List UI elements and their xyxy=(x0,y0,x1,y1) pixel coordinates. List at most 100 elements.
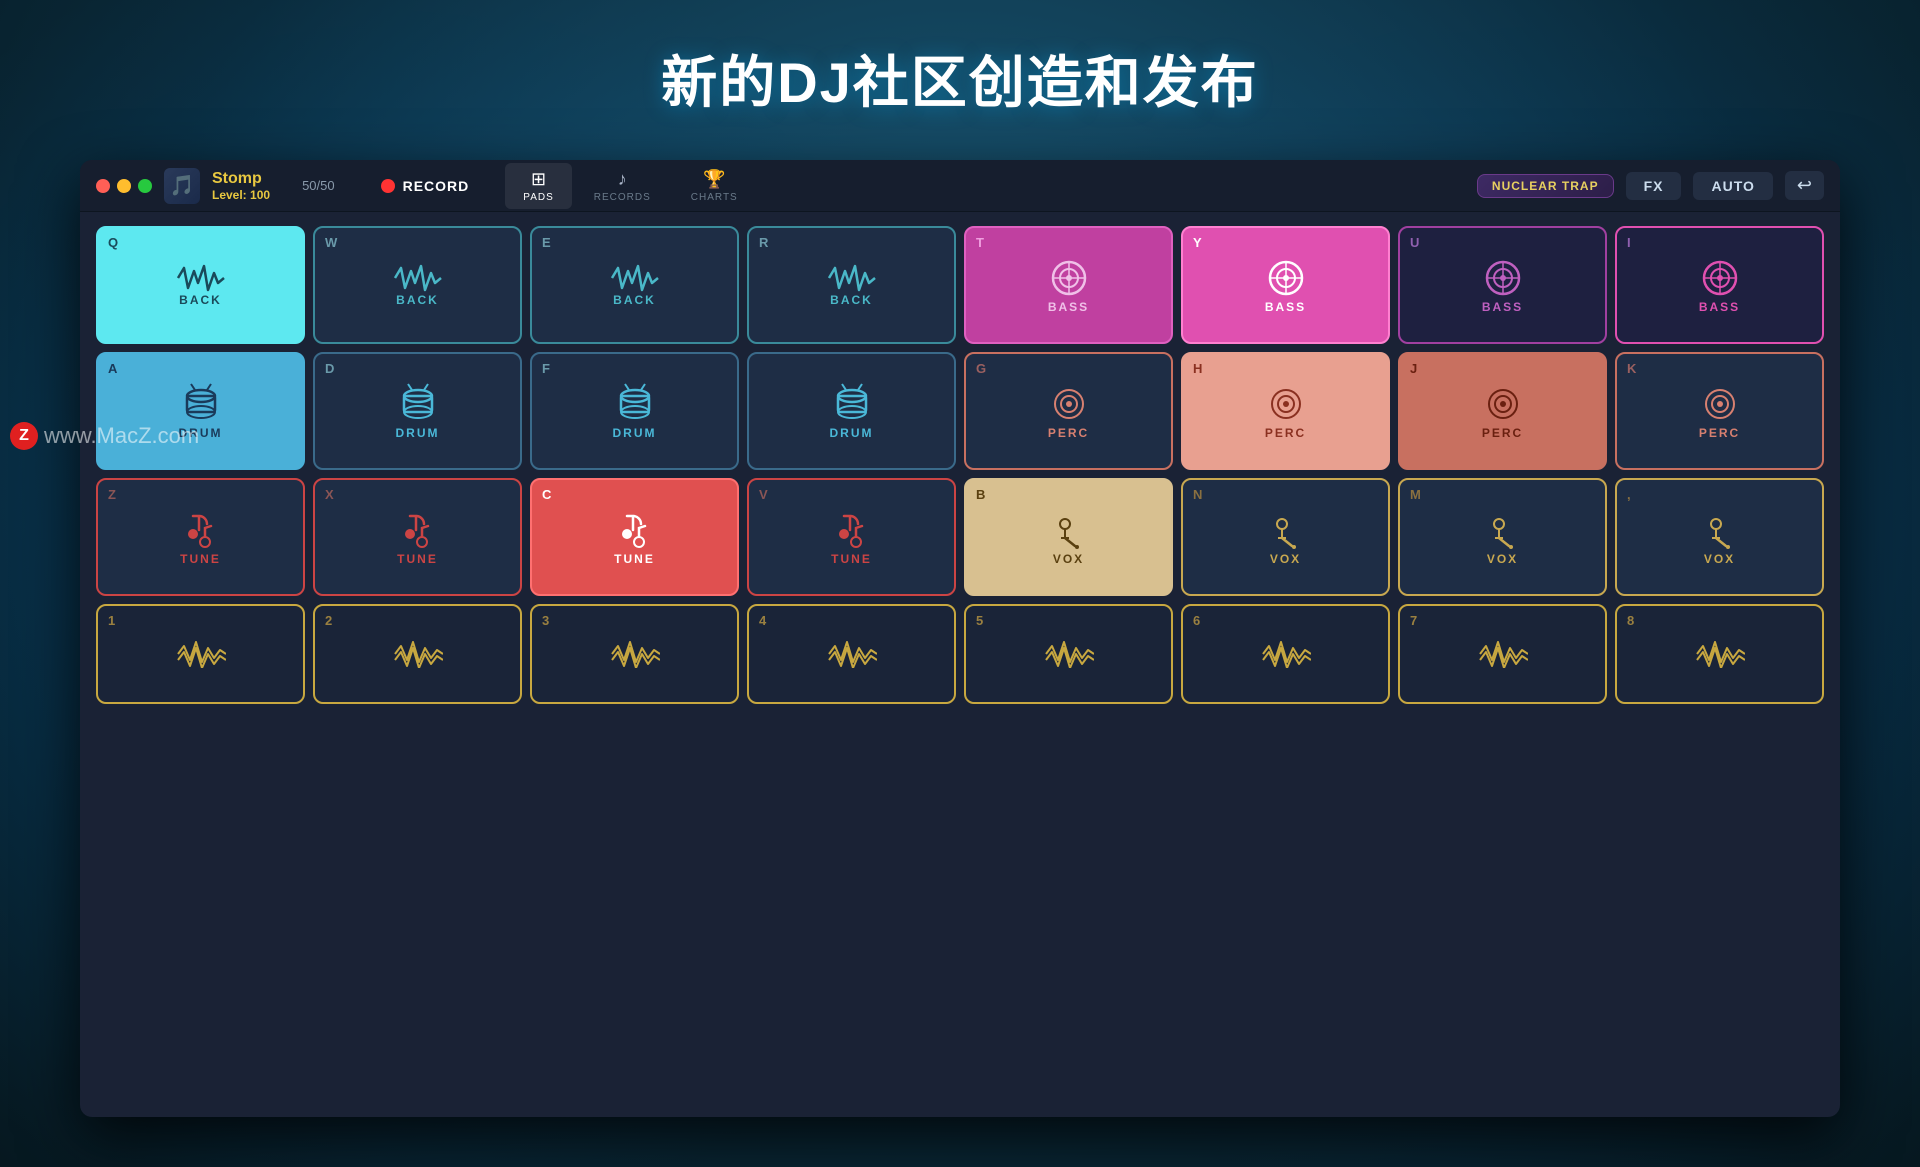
pad-7-fx[interactable]: 7 xyxy=(1398,604,1607,704)
fx-button[interactable]: FX xyxy=(1626,172,1682,200)
record-label: RECORD xyxy=(403,178,470,194)
bass-icon xyxy=(1047,256,1091,300)
titlebar: 🎵 Stomp Level: 100 50/50 RECORD ⊞ PADS ♪… xyxy=(80,160,1840,212)
fx-icon xyxy=(1695,640,1745,668)
nav-tabs: ⊞ PADS ♪ RECORDS 🏆 CHARTS xyxy=(505,163,755,209)
pad-G-perc[interactable]: G PERC xyxy=(964,352,1173,470)
perc-icon xyxy=(1698,382,1742,426)
pad-H-perc[interactable]: H PERC xyxy=(1181,352,1390,470)
pads-icon: ⊞ xyxy=(531,169,546,190)
vox-icon xyxy=(1698,508,1742,552)
tab-charts[interactable]: 🏆 CHARTS xyxy=(673,163,756,209)
pad-U-bass[interactable]: U BASS xyxy=(1398,226,1607,344)
pad-Z-tune[interactable]: Z TUNE xyxy=(96,478,305,596)
pad-W-back[interactable]: W BACK xyxy=(313,226,522,344)
record-dot-icon xyxy=(381,179,395,193)
perc-icon xyxy=(1481,382,1525,426)
maximize-button[interactable] xyxy=(138,179,152,193)
app-icon: 🎵 xyxy=(164,168,200,204)
tune-icon xyxy=(396,508,440,552)
pads-area: Q BACK W BACK E BACK xyxy=(80,212,1840,718)
level-value: 100 xyxy=(250,188,270,202)
pad-J-perc[interactable]: J PERC xyxy=(1398,352,1607,470)
pads-row-back-bass: Q BACK W BACK E BACK xyxy=(96,226,1824,344)
vox-icon xyxy=(1264,508,1308,552)
pad-E-back[interactable]: E BACK xyxy=(530,226,739,344)
watermark: Z www.MacZ.com xyxy=(0,418,209,454)
waveform-icon xyxy=(393,263,443,293)
fx-icon xyxy=(1044,640,1094,668)
fx-icon xyxy=(610,640,660,668)
pad-X-tune[interactable]: X TUNE xyxy=(313,478,522,596)
fx-icon xyxy=(176,640,226,668)
pad-V-tune[interactable]: V TUNE xyxy=(747,478,956,596)
bass-icon xyxy=(1481,256,1525,300)
pad-dot-drum[interactable]: DRUM xyxy=(747,352,956,470)
perc-icon xyxy=(1264,382,1308,426)
tab-records-label: RECORDS xyxy=(594,192,651,203)
page-title: 新的DJ社区创造和发布 xyxy=(0,38,1920,119)
drum-icon xyxy=(830,382,874,426)
bass-icon xyxy=(1698,256,1742,300)
pad-M-vox[interactable]: M VOX xyxy=(1398,478,1607,596)
pad-I-bass[interactable]: I BASS xyxy=(1615,226,1824,344)
pad-6-fx[interactable]: 6 xyxy=(1181,604,1390,704)
fx-icon xyxy=(1261,640,1311,668)
pad-comma-vox[interactable]: , VOX xyxy=(1615,478,1824,596)
preset-badge[interactable]: NUCLEAR TRAP xyxy=(1477,174,1614,198)
pad-K-perc[interactable]: K PERC xyxy=(1615,352,1824,470)
app-name: Stomp xyxy=(212,170,270,188)
pad-8-fx[interactable]: 8 xyxy=(1615,604,1824,704)
traffic-lights xyxy=(96,179,152,193)
waveform-icon xyxy=(610,263,660,293)
watermark-text: www.MacZ.com xyxy=(44,423,199,449)
tune-icon xyxy=(830,508,874,552)
pad-5-fx[interactable]: 5 xyxy=(964,604,1173,704)
tab-records[interactable]: ♪ RECORDS xyxy=(576,163,669,209)
perc-icon xyxy=(1047,382,1091,426)
waveform-icon xyxy=(827,263,877,293)
pad-B-vox[interactable]: B VOX xyxy=(964,478,1173,596)
close-button[interactable] xyxy=(96,179,110,193)
minimize-button[interactable] xyxy=(117,179,131,193)
pad-F-drum[interactable]: F DRUM xyxy=(530,352,739,470)
bass-icon xyxy=(1264,256,1308,300)
pad-T-bass[interactable]: T BASS xyxy=(964,226,1173,344)
records-icon: ♪ xyxy=(618,169,627,190)
vox-icon xyxy=(1481,508,1525,552)
record-button[interactable]: RECORD xyxy=(367,172,484,200)
level-label: Level: xyxy=(212,188,247,202)
pad-C-tune[interactable]: C TUNE xyxy=(530,478,739,596)
charts-icon: 🏆 xyxy=(703,169,725,190)
vox-icon xyxy=(1047,508,1091,552)
pad-R-back[interactable]: R BACK xyxy=(747,226,956,344)
back-button[interactable]: ↩ xyxy=(1785,171,1824,200)
pad-Y-bass[interactable]: Y BASS xyxy=(1181,226,1390,344)
pads-row-tune-vox: Z TUNE X TUNE xyxy=(96,478,1824,596)
tab-pads-label: PADS xyxy=(523,192,554,203)
auto-button[interactable]: AUTO xyxy=(1693,172,1772,200)
app-window: 🎵 Stomp Level: 100 50/50 RECORD ⊞ PADS ♪… xyxy=(80,160,1840,1117)
pad-Q-back[interactable]: Q BACK xyxy=(96,226,305,344)
fx-icon xyxy=(393,640,443,668)
tab-pads[interactable]: ⊞ PADS xyxy=(505,163,572,209)
pad-N-vox[interactable]: N VOX xyxy=(1181,478,1390,596)
pad-2-fx[interactable]: 2 xyxy=(313,604,522,704)
drum-icon xyxy=(613,382,657,426)
waveform-icon xyxy=(176,263,226,293)
tune-icon xyxy=(179,508,223,552)
pads-row-drum-perc: A DRUM D xyxy=(96,352,1824,470)
pad-D-drum[interactable]: D DRUM xyxy=(313,352,522,470)
pad-1-fx[interactable]: 1 xyxy=(96,604,305,704)
pads-row-fx: 1 2 3 4 xyxy=(96,604,1824,704)
tune-icon xyxy=(613,508,657,552)
pad-3-fx[interactable]: 3 xyxy=(530,604,739,704)
fx-icon xyxy=(1478,640,1528,668)
tab-charts-label: CHARTS xyxy=(691,192,738,203)
pad-4-fx[interactable]: 4 xyxy=(747,604,956,704)
score-badge: 50/50 xyxy=(302,178,335,193)
app-level: Level: 100 xyxy=(212,188,270,202)
drum-icon xyxy=(396,382,440,426)
fx-icon xyxy=(827,640,877,668)
app-name-block: Stomp Level: 100 xyxy=(212,170,270,202)
